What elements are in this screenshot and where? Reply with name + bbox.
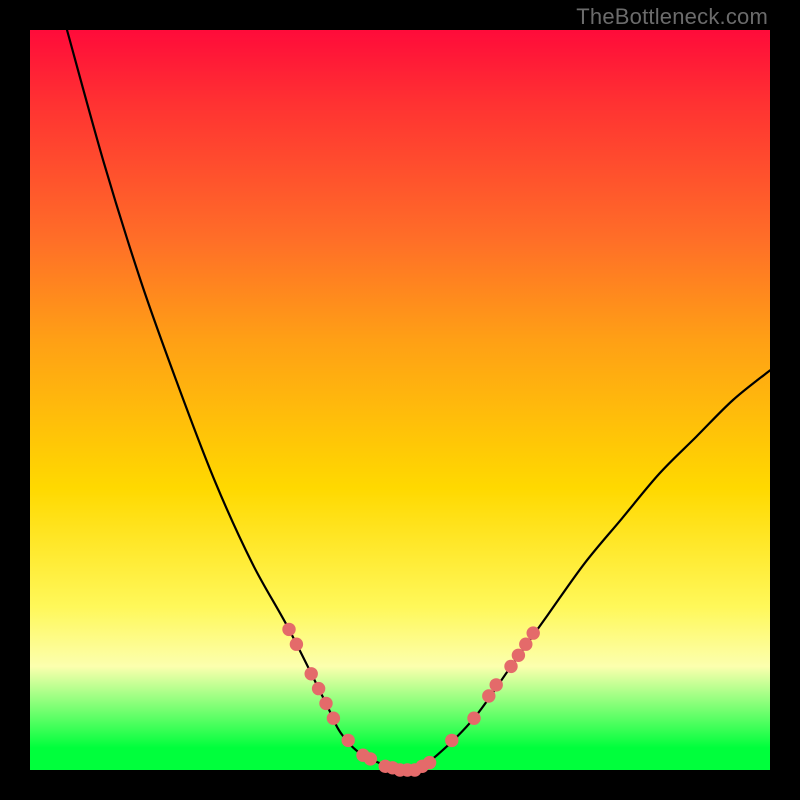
curve-svg [30,30,770,770]
curve-marker [519,638,532,651]
curve-marker [504,660,517,673]
curve-marker [467,712,480,725]
curve-marker [364,752,377,765]
watermark-label: TheBottleneck.com [576,4,768,30]
curve-marker [482,689,495,702]
curve-marker [342,734,355,747]
curve-marker [445,734,458,747]
marker-group [282,623,540,777]
curve-marker [527,626,540,639]
curve-marker [512,649,525,662]
plot-area [30,30,770,770]
bottleneck-curve-path [67,30,770,772]
curve-marker [312,682,325,695]
curve-marker [305,667,318,680]
curve-marker [282,623,295,636]
curve-marker [290,638,303,651]
curve-marker [319,697,332,710]
curve-marker [490,678,503,691]
chart-frame: TheBottleneck.com [0,0,800,800]
curve-marker [327,712,340,725]
curve-marker [423,756,436,769]
